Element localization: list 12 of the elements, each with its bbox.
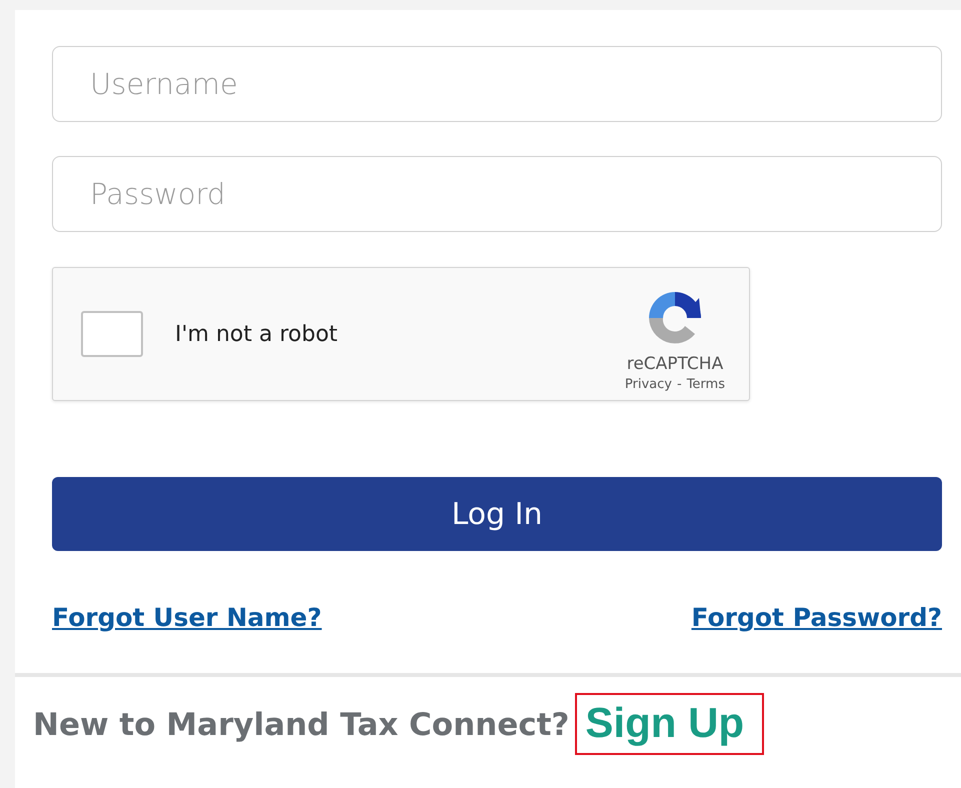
signup-prompt: New to Maryland Tax Connect? — [33, 707, 570, 743]
captcha-label: I'm not a robot — [175, 322, 339, 346]
privacy-link[interactable]: Privacy — [624, 377, 672, 392]
forgot-link[interactable]: Forgot Password? — [691, 603, 942, 632]
separator: - — [677, 377, 682, 392]
captcha-checkbox[interactable] — [81, 311, 143, 357]
login-button[interactable]: Log In — [52, 477, 942, 551]
username-field[interactable]: Username — [52, 46, 942, 122]
recaptcha-brand: reCAPTCHA — [626, 354, 724, 374]
forgot-link[interactable]: Forgot User Name? — [52, 603, 322, 632]
password-field[interactable]: Password — [52, 156, 942, 232]
terms-link[interactable]: Terms — [686, 377, 725, 392]
